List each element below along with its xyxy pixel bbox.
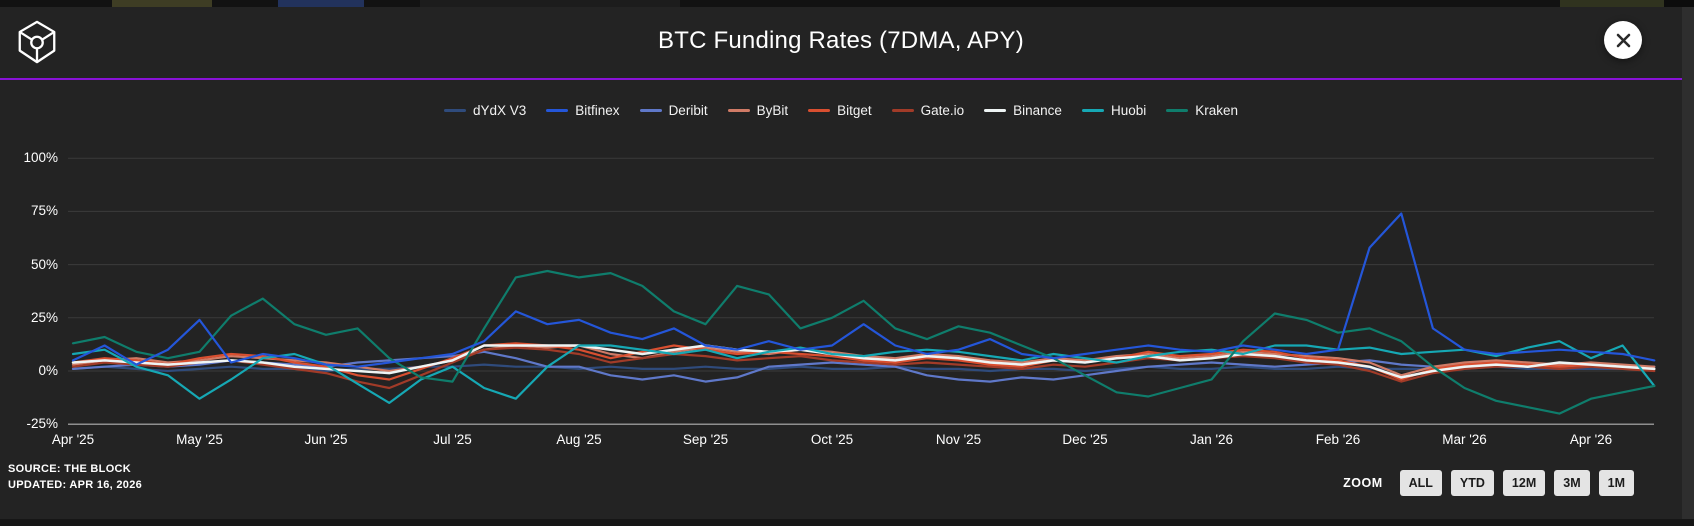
x-axis-label: Dec '25 xyxy=(1062,432,1108,447)
background-page-remnant xyxy=(112,0,212,7)
y-axis-label: 50% xyxy=(30,256,58,272)
y-axis-label: 25% xyxy=(30,309,58,325)
updated-text: UPDATED: APR 16, 2026 xyxy=(8,479,143,491)
zoom-button-ytd[interactable]: YTD xyxy=(1450,470,1494,496)
funding-rates-modal: BTC Funding Rates (7DMA, APY) dYdX V3 Bit… xyxy=(0,0,1694,519)
page-behind-modal xyxy=(0,0,1694,7)
zoom-button-3m[interactable]: 3M xyxy=(1554,470,1590,496)
x-axis-label: Jul '25 xyxy=(433,432,472,447)
source-text: SOURCE: THE BLOCK xyxy=(8,463,132,475)
x-axis-label: Jun '25 xyxy=(304,432,348,447)
zoom-controls: ZOOM ALL YTD 12M 3M 1M xyxy=(1343,470,1634,496)
series-line-bitfinex[interactable] xyxy=(71,212,1656,368)
x-axis-label: Mar '26 xyxy=(1442,432,1487,447)
x-axis-label: Feb '26 xyxy=(1315,432,1361,447)
x-axis-label: Nov '25 xyxy=(935,432,982,447)
x-axis-label: Apr '26 xyxy=(1569,432,1613,447)
zoom-controls-label: ZOOM xyxy=(1343,476,1383,490)
y-axis-label: 75% xyxy=(30,203,58,219)
series-line-kraken[interactable] xyxy=(71,269,1656,415)
x-axis-label: May '25 xyxy=(176,432,223,447)
zoom-button-1m[interactable]: 1M xyxy=(1598,470,1634,496)
background-page-remnant xyxy=(420,0,680,7)
page-behind-modal-right xyxy=(1682,7,1694,519)
chart-canvas[interactable] xyxy=(0,7,1694,526)
y-axis-label: 100% xyxy=(23,150,58,166)
zoom-button-12m[interactable]: 12M xyxy=(1502,470,1546,496)
background-page-remnant xyxy=(1664,0,1694,7)
x-axis-label: Jan '26 xyxy=(1189,432,1234,447)
x-axis-label: Aug '25 xyxy=(556,432,602,447)
source-attribution: SOURCE: THE BLOCK UPDATED: APR 16, 2026 xyxy=(8,461,142,493)
zoom-button-all[interactable]: ALL xyxy=(1399,470,1442,496)
x-axis-label: Oct '25 xyxy=(810,432,854,447)
x-axis-label: Sep '25 xyxy=(682,432,729,447)
background-page-remnant xyxy=(1560,0,1664,7)
x-axis-label: Apr '25 xyxy=(51,432,95,447)
y-axis-label: -25% xyxy=(26,416,58,432)
chart-panel: BTC Funding Rates (7DMA, APY) dYdX V3 Bit… xyxy=(0,7,1682,519)
y-axis-label: 0% xyxy=(38,363,58,378)
background-page-remnant xyxy=(278,0,364,7)
